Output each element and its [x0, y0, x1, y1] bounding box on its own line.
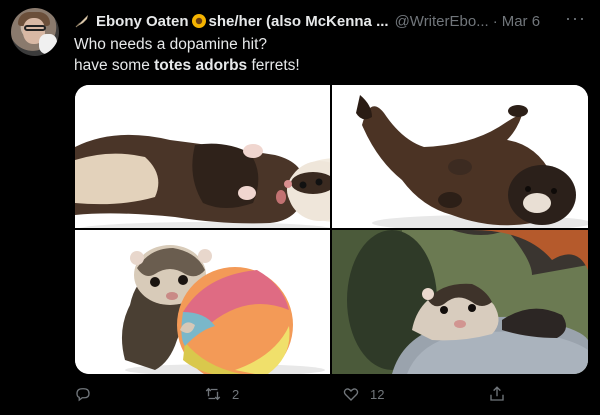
ferret-lying-image: [75, 85, 330, 228]
quill-icon: [75, 15, 88, 28]
reply-icon: [76, 388, 90, 402]
share-icon: [490, 386, 504, 401]
tweet-text-line1: Who needs a dopamine hit?: [74, 36, 268, 53]
retweet-count: 2: [232, 386, 240, 402]
tweet-text-line2: have some totes adorbs ferrets!: [74, 55, 300, 76]
tweet-text-bold: totes adorbs: [154, 57, 248, 74]
media-image-2[interactable]: [332, 85, 588, 228]
like-button[interactable]: 12: [342, 385, 384, 403]
reply-button[interactable]: [74, 385, 102, 403]
media-image-1[interactable]: [75, 85, 330, 228]
avatar-glasses: [24, 25, 46, 31]
tweet-text-before: have some: [74, 57, 155, 74]
retweet-icon: [205, 387, 221, 401]
media-image-4[interactable]: [332, 230, 588, 374]
tweet-text: Who needs a dopamine hit? have some tote…: [74, 34, 300, 76]
ferret-hoodie-image: [332, 230, 588, 374]
avatar-dog: [39, 34, 57, 54]
like-count: 12: [370, 386, 385, 402]
author-name[interactable]: Ebony Oaten: [96, 13, 189, 30]
media-grid: [75, 85, 588, 374]
more-options-icon[interactable]: ···: [565, 8, 586, 29]
sunflower-icon: [191, 14, 206, 28]
header-separator: ·: [492, 12, 498, 30]
author-name-suffix[interactable]: she/her (also McKenna ...: [209, 13, 389, 30]
share-button[interactable]: [488, 385, 506, 403]
ferret-rolling-image: [332, 85, 588, 228]
author-avatar[interactable]: [11, 8, 59, 56]
retweet-button[interactable]: 2: [204, 385, 239, 403]
author-handle[interactable]: @WriterEbo...: [395, 13, 489, 30]
media-image-3[interactable]: [75, 230, 330, 374]
tweet-header: Ebony Oaten she/her (also McKenna ... @W…: [74, 10, 584, 32]
tweet-date[interactable]: Mar 6: [502, 13, 540, 30]
ferret-ball-image: [75, 230, 330, 374]
heart-icon: [343, 388, 359, 401]
tweet-actions: 2 12: [74, 385, 594, 409]
tweet-text-after: ferrets!: [247, 57, 300, 74]
